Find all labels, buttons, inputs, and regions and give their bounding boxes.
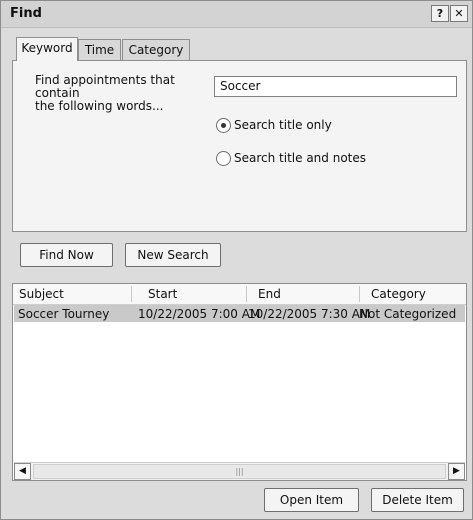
tab-time[interactable]: Time bbox=[78, 39, 121, 61]
column-category[interactable]: Category bbox=[371, 287, 426, 301]
radio-search-title-only[interactable] bbox=[216, 118, 231, 133]
horizontal-scrollbar[interactable]: ◀ ||| ▶ bbox=[14, 462, 465, 480]
window-title: Find bbox=[10, 6, 42, 21]
title-bar: Find ? ✕ bbox=[1, 1, 472, 28]
row-category: Not Categorized bbox=[359, 307, 457, 321]
delete-item-button[interactable]: Delete Item bbox=[371, 488, 464, 512]
find-description-line2: the following words... bbox=[35, 99, 164, 113]
tab-category[interactable]: Category bbox=[122, 39, 190, 61]
radio-search-title-only-label[interactable]: Search title only bbox=[234, 118, 332, 132]
scroll-left-icon[interactable]: ◀ bbox=[14, 463, 31, 480]
column-subject[interactable]: Subject bbox=[19, 287, 64, 301]
find-now-button[interactable]: Find Now bbox=[20, 243, 113, 267]
row-subject: Soccer Tourney bbox=[18, 307, 110, 321]
open-item-button[interactable]: Open Item bbox=[264, 488, 359, 512]
column-start[interactable]: Start bbox=[148, 287, 177, 301]
close-button[interactable]: ✕ bbox=[450, 5, 468, 22]
column-divider[interactable] bbox=[131, 286, 132, 302]
column-divider[interactable] bbox=[246, 286, 247, 302]
row-end: 10/22/2005 7:30 AM bbox=[248, 307, 371, 321]
find-description-line1: Find appointments that contain bbox=[35, 73, 175, 100]
radio-search-title-and-notes-label[interactable]: Search title and notes bbox=[234, 151, 366, 165]
radio-search-title-and-notes[interactable] bbox=[216, 151, 231, 166]
tab-keyword[interactable]: Keyword bbox=[16, 37, 78, 61]
find-description: Find appointments that contain the follo… bbox=[35, 74, 205, 113]
new-search-button[interactable]: New Search bbox=[125, 243, 221, 267]
scrollbar-thumb[interactable]: ||| bbox=[33, 464, 446, 479]
results-list[interactable]: Subject Start End Category Soccer Tourne… bbox=[12, 283, 467, 481]
results-header: Subject Start End Category bbox=[13, 284, 466, 305]
search-words-input[interactable]: Soccer bbox=[214, 76, 457, 97]
row-start: 10/22/2005 7:00 AM bbox=[138, 307, 261, 321]
column-end[interactable]: End bbox=[258, 287, 281, 301]
table-row[interactable]: Soccer Tourney 10/22/2005 7:00 AM 10/22/… bbox=[14, 305, 465, 322]
find-dialog: Find ? ✕ Keyword Time Category Find appo… bbox=[0, 0, 473, 520]
help-button[interactable]: ? bbox=[431, 5, 449, 22]
column-divider[interactable] bbox=[359, 286, 360, 302]
scroll-right-icon[interactable]: ▶ bbox=[448, 463, 465, 480]
